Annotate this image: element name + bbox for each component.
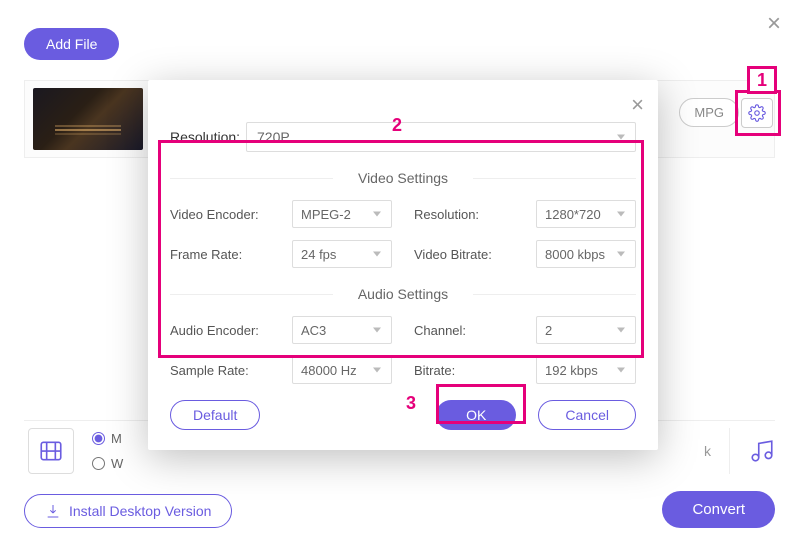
- chevron-down-icon: [617, 368, 625, 373]
- chevron-down-icon: [617, 328, 625, 333]
- callout-1-badge: 1: [747, 66, 777, 94]
- audio-encoder-label: Audio Encoder:: [170, 323, 270, 338]
- sample-rate-select[interactable]: 48000 Hz: [292, 356, 392, 384]
- chevron-down-icon: [617, 135, 625, 140]
- resolution-label: Resolution:: [170, 129, 246, 145]
- format-radio-1[interactable]: M: [92, 431, 123, 446]
- video-encoder-label: Video Encoder:: [170, 207, 270, 222]
- main-close-icon[interactable]: ×: [767, 10, 781, 38]
- video-thumbnail[interactable]: [33, 88, 143, 150]
- resolution-value: 720P: [257, 129, 290, 145]
- callout-1-highlight: [735, 90, 781, 136]
- channel-label: Channel:: [414, 323, 514, 338]
- audio-settings-heading: Audio Settings: [170, 282, 636, 306]
- audio-encoder-select[interactable]: AC3: [292, 316, 392, 344]
- video-resolution-select[interactable]: 1280*720: [536, 200, 636, 228]
- chevron-down-icon: [373, 252, 381, 257]
- cancel-button[interactable]: Cancel: [538, 400, 636, 430]
- channel-select[interactable]: 2: [536, 316, 636, 344]
- ok-button[interactable]: OK: [436, 400, 516, 430]
- video-settings-heading: Video Settings: [170, 166, 636, 190]
- install-desktop-button[interactable]: Install Desktop Version: [24, 494, 232, 528]
- chevron-down-icon: [617, 252, 625, 257]
- video-resolution-label: Resolution:: [414, 207, 514, 222]
- video-encoder-select[interactable]: MPEG-2: [292, 200, 392, 228]
- frame-rate-select[interactable]: 24 fps: [292, 240, 392, 268]
- chevron-down-icon: [373, 368, 381, 373]
- add-file-button[interactable]: Add File: [24, 28, 119, 60]
- truncated-text: k: [704, 443, 711, 459]
- video-bitrate-select[interactable]: 8000 kbps: [536, 240, 636, 268]
- frame-rate-label: Frame Rate:: [170, 247, 270, 262]
- callout-2-badge: 2: [386, 114, 408, 136]
- chevron-down-icon: [617, 212, 625, 217]
- film-icon: [38, 438, 64, 464]
- format-button[interactable]: MPG: [679, 98, 739, 127]
- default-button[interactable]: Default: [170, 400, 260, 430]
- video-bitrate-label: Video Bitrate:: [414, 247, 514, 262]
- convert-button[interactable]: Convert: [662, 491, 775, 528]
- download-icon: [45, 503, 61, 519]
- video-format-icon-box[interactable]: [28, 428, 74, 474]
- resolution-select[interactable]: 720P: [246, 122, 636, 152]
- music-icon: [749, 438, 775, 464]
- audio-bitrate-label: Bitrate:: [414, 363, 514, 378]
- callout-3-badge: 3: [400, 392, 422, 414]
- chevron-down-icon: [373, 328, 381, 333]
- chevron-down-icon: [373, 212, 381, 217]
- modal-close-icon[interactable]: ×: [631, 92, 644, 118]
- sample-rate-label: Sample Rate:: [170, 363, 270, 378]
- audio-format-icon-box[interactable]: [729, 428, 775, 474]
- audio-bitrate-select[interactable]: 192 kbps: [536, 356, 636, 384]
- format-radio-2[interactable]: W: [92, 456, 123, 471]
